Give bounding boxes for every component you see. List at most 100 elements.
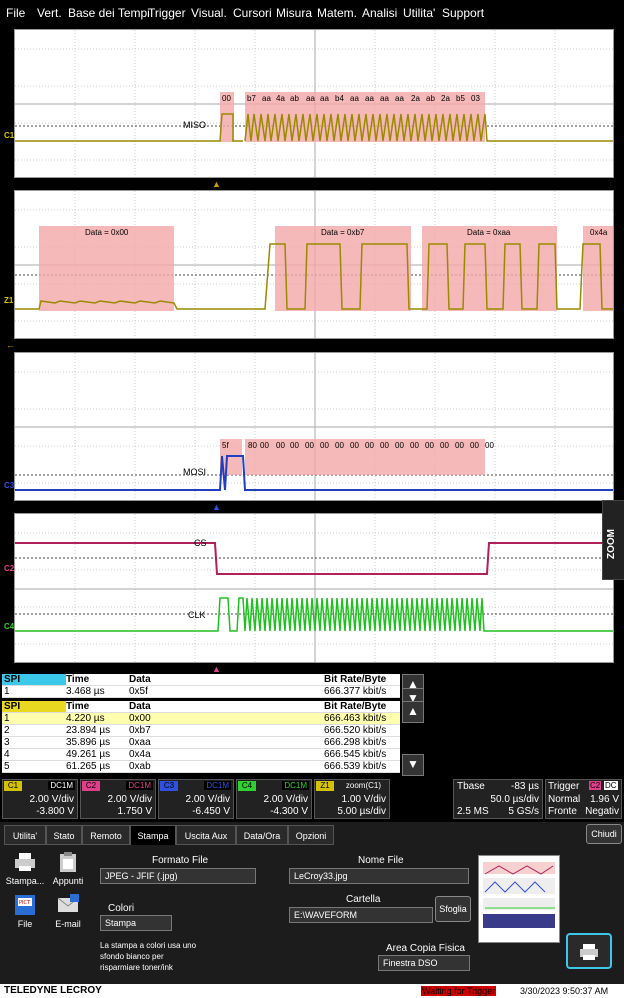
table-header-cell: Time — [66, 674, 90, 685]
channel-marker-c2[interactable]: C2 — [4, 564, 14, 573]
byte-label: aa — [306, 94, 315, 103]
printer-icon — [15, 853, 35, 871]
tab-aux-output[interactable]: Uscita Aux — [176, 825, 236, 845]
menu-measure[interactable]: Misura — [276, 6, 312, 20]
waveform-grid-c1[interactable]: MISO 00 b7 aa 4a ab aa aa b4 aa aa aa aa… — [14, 29, 614, 178]
channel-marker-c3[interactable]: C3 — [4, 481, 14, 490]
table-cell: 0x00 — [129, 713, 151, 724]
area-select[interactable]: Finestra DSO — [378, 955, 470, 971]
table-header-cell: Bit Rate/Byte — [324, 674, 387, 685]
color-note: La stampa a colori usa uno sfondo bianco… — [100, 941, 197, 972]
timebase-label: Tbase — [457, 781, 485, 792]
print-button-label: Stampa... — [5, 876, 45, 886]
waveform-grid-c2-c4[interactable]: CS CLK — [14, 513, 614, 663]
table-cell: 666.463 kbit/s — [324, 713, 387, 724]
table-header: SPI Time Data Bit Rate/Byte — [2, 674, 400, 686]
tab-print[interactable]: Stampa — [130, 825, 176, 845]
grid-lines-c2-c4 — [15, 514, 613, 662]
svg-text:PICT: PICT — [19, 900, 31, 906]
menu-trigger[interactable]: Trigger — [148, 6, 186, 20]
menu-analysis[interactable]: Analisi — [362, 6, 397, 20]
grid-lines-c1 — [15, 30, 613, 177]
byte-label: 00 — [425, 441, 434, 450]
folder-input[interactable]: E:\WAVEFORM — [289, 907, 433, 923]
trigger-position-marker: ▲ — [212, 502, 221, 512]
tab-utilities[interactable]: Utilita' — [4, 825, 46, 845]
scroll-up-button[interactable]: ▲ — [402, 701, 424, 723]
menu-display[interactable]: Visual. — [191, 6, 227, 20]
timebase-descriptor[interactable]: Tbase -83 µs 50.0 µs/div 2.5 MS 5 GS/s — [453, 779, 543, 819]
format-select[interactable]: JPEG - JFIF (.jpg) — [100, 868, 256, 884]
tab-date-time[interactable]: Data/Ora — [236, 825, 288, 845]
channel-descriptor-c1[interactable]: C1 DC1M 2.00 V/div -3.800 V — [2, 779, 78, 819]
file-button[interactable]: PICT File — [4, 893, 46, 931]
trigger-slope: Negativ — [585, 806, 619, 817]
email-icon — [57, 894, 79, 912]
channel-marker-c4[interactable]: C4 — [4, 622, 14, 631]
channel-marker-c1[interactable]: C1 — [4, 131, 14, 140]
tab-status[interactable]: Stato — [46, 825, 82, 845]
table-row[interactable]: 1 4.220 µs 0x00 666.463 kbit/s — [2, 713, 400, 725]
trigger-descriptor[interactable]: Trigger C2 DC Normal 1.96 V Fronte Negat… — [545, 779, 622, 819]
table-cell: 0xb7 — [129, 725, 151, 736]
table-cell: 0xab — [129, 761, 151, 772]
table-cell: 3 — [4, 737, 10, 748]
sample-count: 2.5 MS — [457, 806, 489, 817]
channel-descriptor-c2[interactable]: C2 DC1M 2.00 V/div 1.750 V — [80, 779, 156, 819]
browse-button[interactable]: Sfoglia — [435, 896, 471, 922]
table-row[interactable]: 3 35.896 µs 0xaa 666.298 kbit/s — [2, 737, 400, 749]
email-button[interactable]: E-mail — [48, 893, 88, 931]
menu-support[interactable]: Support — [442, 6, 484, 20]
print-button[interactable]: Stampa... — [4, 850, 46, 888]
zoom-data-box-label: Data = 0xb7 — [321, 228, 365, 237]
tab-remote[interactable]: Remoto — [82, 825, 130, 845]
close-button[interactable]: Chiudi — [586, 824, 622, 844]
byte-label: 00 — [440, 441, 449, 450]
menu-cursors[interactable]: Cursori — [233, 6, 272, 20]
table-row[interactable]: 1 3.468 µs 0x5f 666.377 kbit/s — [2, 686, 400, 698]
format-label: Formato File — [152, 855, 209, 866]
channel-tag: C2 — [82, 781, 100, 791]
menu-file[interactable]: File — [6, 6, 25, 20]
table-row[interactable]: 2 23.894 µs 0xb7 666.520 kbit/s — [2, 725, 400, 737]
print-now-button[interactable] — [566, 933, 612, 969]
zoom-data-box-label: 0x4a — [590, 228, 608, 237]
filename-input[interactable]: LeCroy33.jpg — [289, 868, 469, 884]
table-row[interactable]: 5 61.265 µs 0xab 666.539 kbit/s — [2, 761, 400, 773]
byte-label: 00 — [350, 441, 359, 450]
zoom-tab[interactable]: ZOOM — [602, 500, 624, 580]
table-header-cell: SPI — [2, 701, 66, 712]
zoom-marker-arrow: ← — [6, 340, 15, 350]
trigger-coupling: DC — [604, 781, 618, 790]
menu-math[interactable]: Matem. — [317, 6, 357, 20]
menu-vert[interactable]: Vert. — [37, 6, 62, 20]
tab-options[interactable]: Opzioni — [288, 825, 334, 845]
waveform-grid-c3[interactable]: MOSI 5f 80 00 00 00 00 00 00 00 00 00 00… — [14, 352, 614, 501]
byte-label: 00 — [222, 94, 231, 103]
volts-per-div: 2.00 V/div — [107, 794, 152, 805]
menu-utilities[interactable]: Utilita' — [403, 6, 435, 20]
trigger-type: Fronte — [548, 806, 577, 817]
byte-label: aa — [365, 94, 374, 103]
channel-descriptor-c4[interactable]: C4 DC1M 2.00 V/div -4.300 V — [236, 779, 312, 819]
channel-marker-z1[interactable]: Z1 — [4, 296, 13, 305]
table-cell: 0xaa — [129, 737, 151, 748]
volts-per-div: 1.00 V/div — [341, 794, 386, 805]
waveform-grid-zoom[interactable]: Data = 0x00 Data = 0xb7 Data = 0xaa 0x4a — [14, 190, 614, 339]
trigger-source: C2 — [589, 781, 602, 790]
chevron-up-icon: ▲ — [407, 704, 419, 718]
scroll-down-button[interactable]: ▼ — [402, 754, 424, 776]
table-header-cell: SPI — [2, 674, 66, 685]
table-cell: 35.896 µs — [66, 737, 111, 748]
colors-select[interactable]: Stampa — [100, 915, 172, 931]
byte-label: 00 — [320, 441, 329, 450]
table-header-cell: Data — [129, 674, 151, 685]
byte-label: 00 — [260, 441, 269, 450]
table-row[interactable]: 4 49.261 µs 0x4a 666.545 kbit/s — [2, 749, 400, 761]
channel-descriptor-z1[interactable]: Z1 zoom(C1) 1.00 V/div 5.00 µs/div — [314, 779, 390, 819]
menu-timebase[interactable]: Base dei Tempi — [68, 6, 150, 20]
volts-per-div: 2.00 V/div — [185, 794, 230, 805]
channel-descriptor-c3[interactable]: C3 DC1M 2.00 V/div -6.450 V — [158, 779, 234, 819]
table-cell: 666.377 kbit/s — [324, 686, 387, 697]
clipboard-button[interactable]: Appunti — [48, 850, 88, 888]
